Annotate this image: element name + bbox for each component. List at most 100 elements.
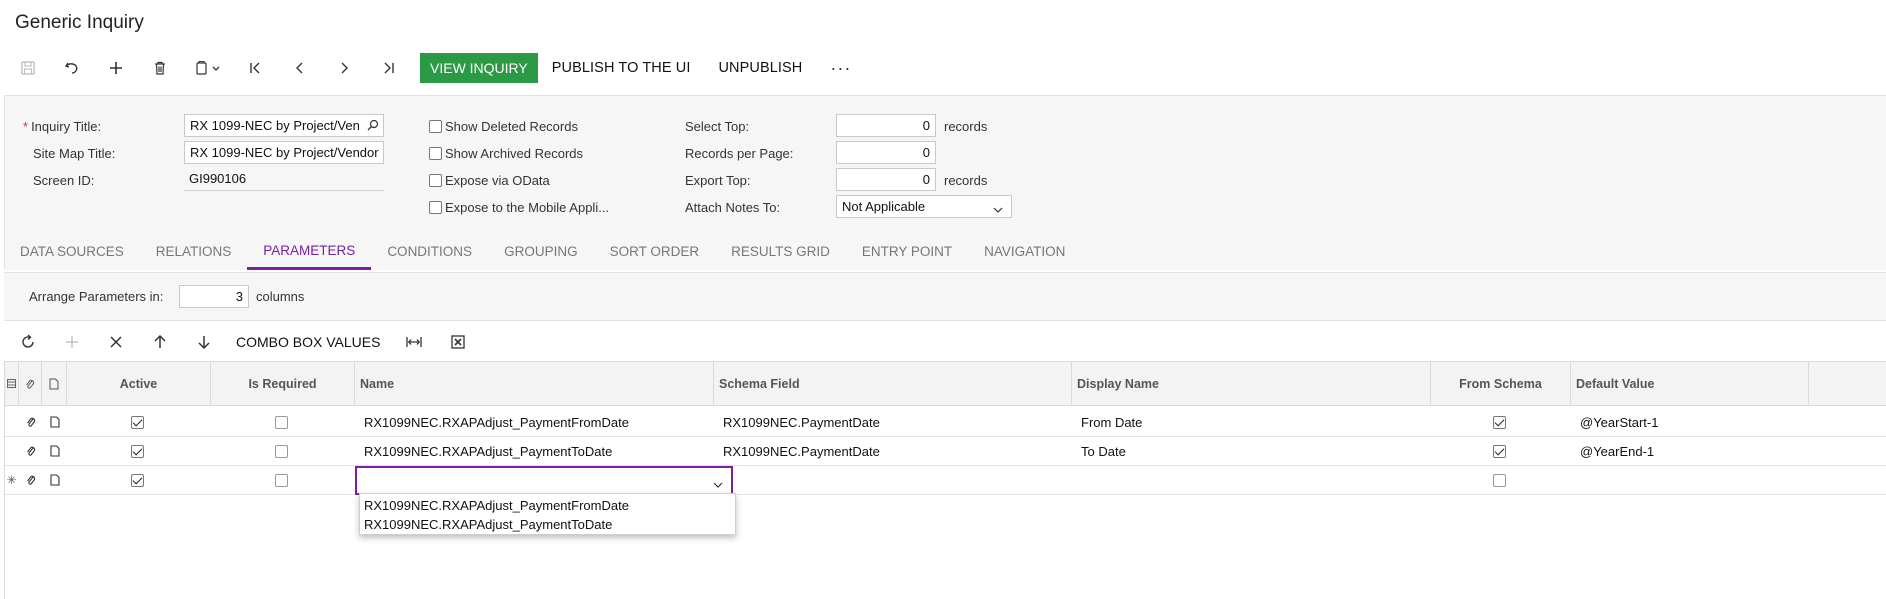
parameters-grid: Active Is Required Name Schema Field Dis… [4, 361, 1886, 495]
save-icon[interactable] [12, 52, 44, 84]
grid-left-border [4, 361, 5, 599]
show-deleted-records-checkbox[interactable]: Show Deleted Records [429, 119, 578, 134]
row-selector[interactable] [4, 437, 19, 465]
from-schema-checkbox[interactable] [1431, 408, 1571, 436]
new-row-asterisk-icon: ✳ [6, 473, 17, 487]
display-name-cell[interactable]: To Date [1072, 437, 1431, 465]
default-value-cell[interactable]: @YearStart-1 [1571, 408, 1809, 436]
search-icon[interactable] [367, 119, 379, 134]
grid-toolbar: COMBO BOX VALUES [12, 326, 486, 358]
header-from-schema[interactable]: From Schema [1431, 362, 1571, 405]
tab-data-sources[interactable]: DATA SOURCES [4, 234, 140, 270]
undo-icon[interactable] [56, 52, 88, 84]
tab-sort-order[interactable]: SORT ORDER [594, 234, 716, 270]
combo-box-values-button[interactable]: COMBO BOX VALUES [236, 334, 380, 350]
export-top-field[interactable]: 0 [836, 168, 936, 191]
header-default-value[interactable]: Default Value [1571, 362, 1809, 405]
tab-navigation[interactable]: NAVIGATION [968, 234, 1081, 270]
is-required-checkbox[interactable] [211, 408, 355, 436]
add-row-icon[interactable] [56, 326, 88, 358]
schema-field-cell[interactable]: RX1099NEC.PaymentDate [714, 437, 1072, 465]
name-dropdown-list: RX1099NEC.RXAPAdjust_PaymentFromDate RX1… [359, 493, 736, 535]
from-schema-checkbox[interactable] [1431, 466, 1571, 494]
header-display-name[interactable]: Display Name [1072, 362, 1431, 405]
default-value-cell[interactable] [1571, 466, 1809, 494]
table-row[interactable]: RX1099NEC.RXAPAdjust_PaymentFromDate RX1… [4, 408, 1886, 437]
header-name[interactable]: Name [355, 362, 714, 405]
grid-header-row: Active Is Required Name Schema Field Dis… [4, 361, 1886, 406]
tab-conditions[interactable]: CONDITIONS [371, 234, 488, 270]
site-map-title-label: Site Map Title: [33, 146, 116, 161]
chevron-down-icon[interactable] [713, 477, 723, 492]
next-record-icon[interactable] [328, 52, 360, 84]
header-is-required[interactable]: Is Required [211, 362, 355, 405]
select-top-label: Select Top: [685, 119, 750, 134]
name-cell[interactable]: RX1099NEC.RXAPAdjust_PaymentFromDate [355, 408, 714, 436]
previous-record-icon[interactable] [284, 52, 316, 84]
is-required-checkbox[interactable] [211, 437, 355, 465]
tab-parameters[interactable]: PARAMETERS [247, 234, 372, 270]
screen-id-label: Screen ID: [33, 173, 95, 188]
inquiry-title-field[interactable]: RX 1099-NEC by Project/Ven [184, 114, 384, 137]
more-options-button[interactable]: ··· [830, 58, 851, 79]
note-icon[interactable] [42, 437, 67, 465]
expose-odata-checkbox[interactable]: Expose via OData [429, 173, 550, 188]
attachment-icon[interactable] [19, 408, 42, 436]
attachment-icon[interactable] [19, 437, 42, 465]
note-icon[interactable] [42, 466, 67, 494]
header-schema-field[interactable]: Schema Field [714, 362, 1072, 405]
records-per-page-field[interactable]: 0 [836, 141, 936, 164]
active-checkbox[interactable] [67, 437, 211, 465]
active-checkbox[interactable] [67, 466, 211, 494]
move-down-icon[interactable] [188, 326, 220, 358]
dropdown-option[interactable]: RX1099NEC.RXAPAdjust_PaymentFromDate [360, 496, 735, 515]
copy-paste-icon[interactable] [188, 52, 228, 84]
default-value-cell[interactable]: @YearEnd-1 [1571, 437, 1809, 465]
table-row[interactable]: RX1099NEC.RXAPAdjust_PaymentToDate RX109… [4, 437, 1886, 466]
refresh-icon[interactable] [12, 326, 44, 358]
dropdown-option[interactable]: RX1099NEC.RXAPAdjust_PaymentToDate [360, 515, 735, 534]
select-top-field[interactable]: 0 [836, 114, 936, 137]
note-header-icon [42, 362, 67, 405]
name-cell[interactable]: RX1099NEC.RXAPAdjust_PaymentToDate [355, 437, 714, 465]
move-up-icon[interactable] [144, 326, 176, 358]
row-selector-icon[interactable] [4, 362, 19, 405]
view-inquiry-button[interactable]: VIEW INQUIRY [420, 53, 538, 83]
screen-id-field[interactable]: GI990106 [184, 168, 384, 191]
last-record-icon[interactable] [372, 52, 404, 84]
publish-button[interactable]: PUBLISH TO THE UI [552, 60, 691, 76]
delete-row-icon[interactable] [100, 326, 132, 358]
row-filler [1809, 466, 1886, 494]
add-icon[interactable] [100, 52, 132, 84]
site-map-title-field[interactable]: RX 1099-NEC by Project/Vendor [184, 141, 384, 164]
attach-notes-select[interactable]: Not Applicable [836, 195, 1012, 218]
export-excel-icon[interactable] [442, 326, 474, 358]
attachment-icon[interactable] [19, 466, 42, 494]
schema-field-cell[interactable]: RX1099NEC.PaymentDate [714, 408, 1072, 436]
new-row[interactable]: ✳ [4, 465, 1886, 495]
show-archived-records-checkbox[interactable]: Show Archived Records [429, 146, 583, 161]
header-filler [1809, 362, 1886, 405]
is-required-checkbox[interactable] [211, 466, 355, 494]
arrange-parameters-field[interactable]: 3 [179, 285, 249, 308]
inquiry-title-label: * Inquiry Title: [23, 119, 102, 134]
name-combo-input[interactable] [355, 465, 733, 495]
delete-icon[interactable] [144, 52, 176, 84]
expose-mobile-checkbox[interactable]: Expose to the Mobile Appli... [429, 200, 609, 215]
header-active[interactable]: Active [67, 362, 211, 405]
row-selector[interactable] [4, 408, 19, 436]
note-icon[interactable] [42, 408, 67, 436]
display-name-cell[interactable]: From Date [1072, 408, 1431, 436]
export-top-unit: records [944, 173, 988, 188]
display-name-cell[interactable] [1072, 466, 1431, 494]
fit-columns-icon[interactable] [398, 326, 430, 358]
active-checkbox[interactable] [67, 408, 211, 436]
schema-field-cell[interactable] [733, 466, 1072, 494]
from-schema-checkbox[interactable] [1431, 437, 1571, 465]
unpublish-button[interactable]: UNPUBLISH [718, 60, 802, 76]
tab-relations[interactable]: RELATIONS [140, 234, 248, 270]
tab-grouping[interactable]: GROUPING [488, 234, 594, 270]
first-record-icon[interactable] [240, 52, 272, 84]
tab-results-grid[interactable]: RESULTS GRID [715, 234, 846, 270]
tab-entry-point[interactable]: ENTRY POINT [846, 234, 968, 270]
